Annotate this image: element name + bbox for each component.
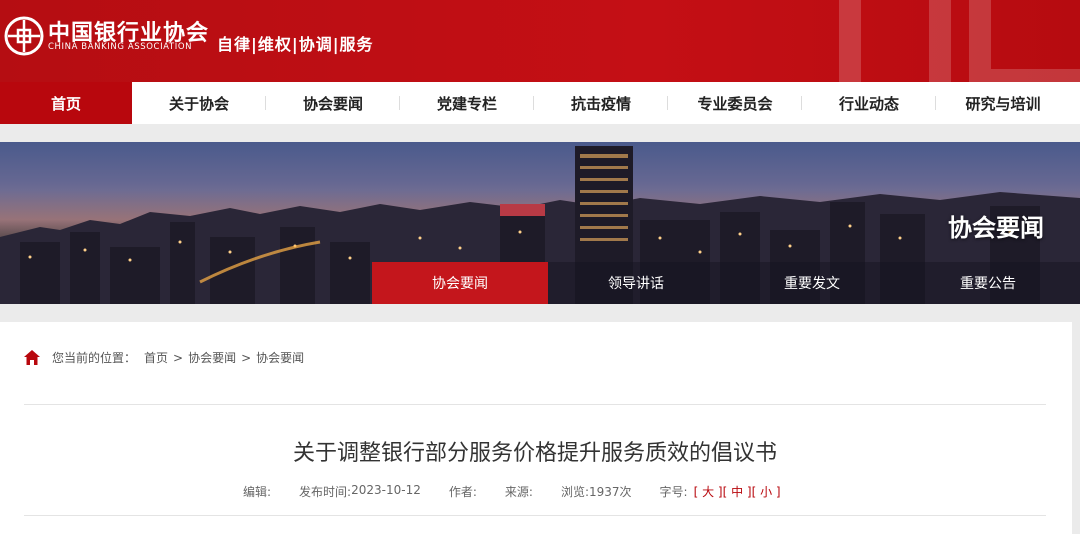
- coin-logo-icon[interactable]: [4, 16, 44, 56]
- divider: [24, 515, 1046, 516]
- font-size-small-button[interactable]: [ 小 ]: [752, 483, 781, 500]
- slogan: 自律|维权|协调|服务: [217, 35, 374, 54]
- nav-item-industry[interactable]: 行业动态: [802, 82, 936, 124]
- subnav-item-documents[interactable]: 重要发文: [724, 262, 900, 304]
- nav-item-about[interactable]: 关于协会: [132, 82, 266, 124]
- nav-item-committee[interactable]: 专业委员会: [668, 82, 802, 124]
- breadcrumb-news[interactable]: 协会要闻: [188, 349, 236, 366]
- breadcrumb-separator: >: [173, 350, 184, 365]
- sub-nav: 协会要闻 领导讲话 重要发文 重要公告: [372, 262, 1080, 304]
- breadcrumb-prefix: 您当前的位置：: [52, 351, 137, 365]
- article-panel: 您当前的位置： 首页 > 协会要闻 > 协会要闻 关于调整银行部分服务价格提升服…: [0, 322, 1072, 534]
- decorative-pattern: [839, 0, 1080, 82]
- author-label: 作者:: [448, 485, 477, 499]
- subnav-item-announcements[interactable]: 重要公告: [900, 262, 1076, 304]
- nav-item-research[interactable]: 研究与培训: [936, 82, 1070, 124]
- article-title: 关于调整银行部分服务价格提升服务质效的倡议书: [292, 441, 777, 466]
- city-banner: 协会要闻 协会要闻 领导讲话 重要发文 重要公告: [0, 142, 1080, 304]
- editor-label: 编辑:: [243, 485, 272, 499]
- subnav-item-speeches[interactable]: 领导讲话: [548, 262, 724, 304]
- org-name-en: CHINA BANKING ASSOCIATION: [48, 42, 193, 52]
- nav-item-news[interactable]: 协会要闻: [266, 82, 400, 124]
- breadcrumb: 您当前的位置： 首页 > 协会要闻 > 协会要闻: [24, 349, 304, 366]
- subnav-item-news[interactable]: 协会要闻: [372, 262, 548, 304]
- nav-item-party[interactable]: 党建专栏: [400, 82, 534, 124]
- breadcrumb-current[interactable]: 协会要闻: [256, 349, 304, 366]
- divider: [24, 404, 1046, 405]
- main-nav: 首页 关于协会 协会要闻 党建专栏 抗击疫情 专业委员会 行业动态 研究与培训: [0, 82, 1080, 124]
- breadcrumb-separator: >: [241, 350, 252, 365]
- article-meta: 编辑: 发布时间: 2023-10-12 作者: 来源: 浏览: 1937次 字…: [243, 483, 781, 500]
- views-label: 浏览:: [560, 485, 589, 499]
- font-size-medium-button[interactable]: [ 中 ]: [723, 483, 752, 500]
- source-label: 来源:: [504, 485, 533, 499]
- nav-item-home[interactable]: 首页: [0, 82, 132, 124]
- home-icon[interactable]: [24, 350, 40, 365]
- font-size-label: 字号:: [659, 485, 688, 499]
- publish-label: 发布时间:: [299, 485, 352, 499]
- views-count: 1937次: [588, 485, 632, 499]
- font-size-large-button[interactable]: [ 大 ]: [694, 483, 723, 500]
- nav-item-epidemic[interactable]: 抗击疫情: [534, 82, 668, 124]
- site-header: 中国银行业协会 CHINA BANKING ASSOCIATION 自律|维权|…: [0, 0, 1080, 82]
- publish-date: 2023-10-12: [351, 483, 421, 497]
- banner-title: 协会要闻: [948, 214, 1044, 242]
- breadcrumb-home[interactable]: 首页: [144, 349, 168, 366]
